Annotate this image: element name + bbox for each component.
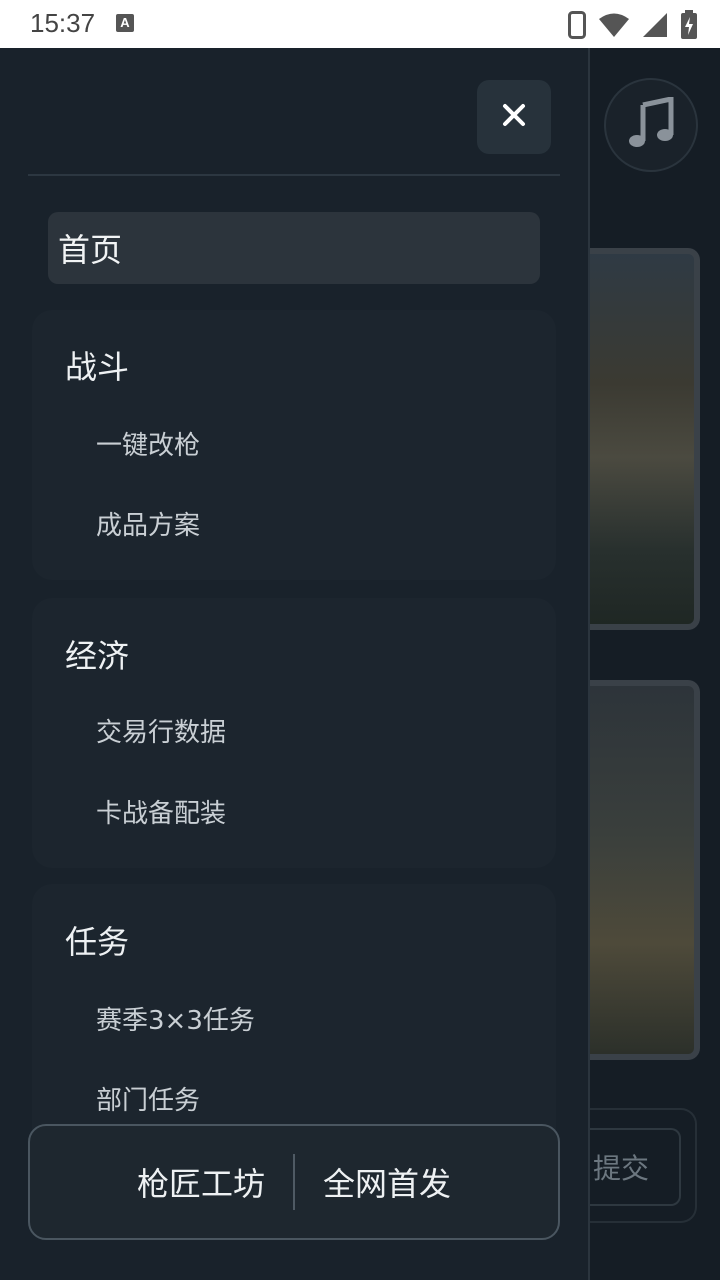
- section-title: 任务: [65, 923, 130, 961]
- submit-button[interactable]: 提交: [585, 1128, 681, 1206]
- bottom-action-bar: 枪匠工坊 全网首发: [28, 1124, 560, 1240]
- music-button[interactable]: [604, 78, 698, 172]
- nav-item-loadout[interactable]: 卡战备配装: [96, 793, 226, 830]
- network-first-release-button[interactable]: 全网首发: [295, 1159, 479, 1205]
- nav-section-combat: 战斗 一键改枪 成品方案: [32, 310, 556, 580]
- wifi-icon: [598, 12, 630, 42]
- nav-item-home[interactable]: 首页: [48, 212, 540, 284]
- content-image-card[interactable]: [590, 248, 700, 630]
- nav-section-economy: 经济 交易行数据 卡战备配装: [32, 598, 556, 868]
- nav-item-quick-mod[interactable]: 一键改枪: [96, 425, 200, 462]
- system-icons: [568, 10, 698, 44]
- content-image-card[interactable]: [590, 680, 700, 1060]
- nav-item-department-tasks[interactable]: 部门任务: [96, 1080, 200, 1117]
- close-icon: [502, 103, 526, 131]
- notification-a-icon: A: [116, 14, 134, 32]
- drawer-divider: [28, 174, 560, 176]
- section-title: 经济: [65, 637, 130, 675]
- nav-item-presets[interactable]: 成品方案: [96, 505, 200, 542]
- nav-item-market-data[interactable]: 交易行数据: [96, 712, 226, 749]
- gunsmith-workshop-button[interactable]: 枪匠工坊: [109, 1159, 293, 1205]
- phone-icon: [568, 11, 586, 43]
- section-title: 战斗: [65, 348, 130, 386]
- signal-icon: [642, 12, 668, 42]
- navigation-drawer: 首页 战斗 一键改枪 成品方案 经济 交易行数据 卡战备配装 任务 赛季3×3任…: [0, 48, 590, 1280]
- battery-icon: [680, 10, 698, 44]
- close-button[interactable]: [477, 80, 551, 154]
- nav-item-season-tasks[interactable]: 赛季3×3任务: [96, 1000, 255, 1037]
- music-note-icon: [627, 95, 675, 153]
- status-bar: 15:37 A: [0, 0, 720, 48]
- status-time: 15:37: [30, 8, 96, 38]
